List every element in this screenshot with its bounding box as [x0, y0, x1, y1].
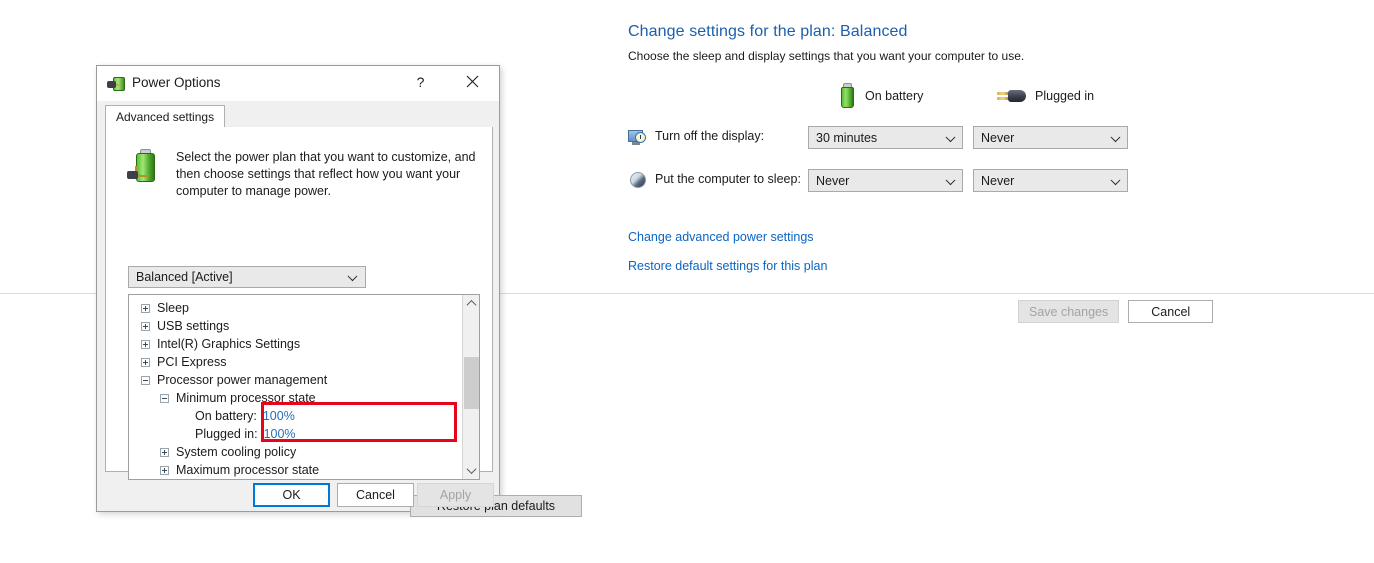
close-icon[interactable]: [450, 66, 495, 97]
tab-advanced-settings[interactable]: Advanced settings: [105, 105, 225, 128]
select-sleep-on-battery-value: Never: [816, 174, 849, 188]
tree-item-min-state-on-battery[interactable]: On battery: 100%: [129, 407, 463, 425]
expand-plus-icon[interactable]: [160, 448, 169, 457]
select-turn-off-display-on-battery[interactable]: 30 minutes: [808, 126, 963, 149]
tree-item-label: Plugged in:: [195, 427, 258, 441]
battery-icon: [840, 83, 856, 109]
power-plan-icon: [127, 149, 161, 185]
tree-item-sleep[interactable]: Sleep: [129, 299, 463, 317]
dialog-content: Select the power plan that you want to c…: [105, 127, 493, 472]
tree-list: Sleep USB settings Intel(R) Graphics Set…: [129, 295, 463, 480]
power-options-icon: [107, 76, 125, 92]
expand-plus-icon[interactable]: [141, 322, 150, 331]
save-changes-button[interactable]: Save changes: [1018, 300, 1119, 323]
tree-item-label: Sleep: [157, 301, 189, 315]
tree-item-label: USB settings: [157, 319, 229, 333]
tree-item-label: Intel(R) Graphics Settings: [157, 337, 300, 351]
dialog-footer: OK Cancel Apply: [97, 470, 499, 511]
setting-label-turn-off-display: Turn off the display:: [655, 129, 764, 143]
chevron-down-icon: [1111, 175, 1121, 185]
collapse-minus-icon[interactable]: [160, 394, 169, 403]
scrollbar-thumb[interactable]: [464, 357, 479, 409]
tree-item-value[interactable]: 100%: [263, 409, 295, 423]
expand-plus-icon[interactable]: [141, 340, 150, 349]
select-sleep-plugged-in-value: Never: [981, 174, 1014, 188]
expand-plus-icon[interactable]: [141, 358, 150, 367]
dialog-title: Power Options: [132, 75, 221, 90]
power-options-dialog: Power Options ? Advanced settings Select…: [96, 65, 500, 512]
select-turn-off-display-plugged-in[interactable]: Never: [973, 126, 1128, 149]
scroll-up-icon[interactable]: [463, 295, 479, 312]
link-change-advanced-power-settings[interactable]: Change advanced power settings: [628, 230, 814, 244]
page-action-buttons: Save changes Cancel: [1018, 300, 1213, 323]
tree-item-minimum-processor-state[interactable]: Minimum processor state: [129, 389, 463, 407]
expand-plus-icon[interactable]: [141, 304, 150, 313]
tree-item-label: Minimum processor state: [176, 391, 316, 405]
display-clock-icon: [628, 129, 646, 146]
select-sleep-on-battery[interactable]: Never: [808, 169, 963, 192]
tree-item-usb-settings[interactable]: USB settings: [129, 317, 463, 335]
dialog-titlebar: Power Options ?: [97, 66, 499, 101]
tree-item-pci-express[interactable]: PCI Express: [129, 353, 463, 371]
select-turn-off-display-plugged-in-value: Never: [981, 131, 1014, 145]
tree-item-intel-graphics-settings[interactable]: Intel(R) Graphics Settings: [129, 335, 463, 353]
ok-button[interactable]: OK: [253, 483, 330, 507]
dialog-tabstrip: Advanced settings: [105, 105, 493, 128]
collapse-minus-icon[interactable]: [141, 376, 150, 385]
power-plan-settings-panel: Change settings for the plan: Balanced C…: [628, 0, 1368, 563]
link-restore-default-settings[interactable]: Restore default settings for this plan: [628, 259, 827, 273]
select-power-plan[interactable]: Balanced [Active]: [128, 266, 366, 288]
advanced-settings-tree[interactable]: Sleep USB settings Intel(R) Graphics Set…: [128, 294, 480, 480]
dialog-intro: Select the power plan that you want to c…: [127, 149, 477, 200]
tree-item-value[interactable]: 100%: [264, 427, 296, 441]
tree-item-label: Processor power management: [157, 373, 327, 387]
chevron-down-icon: [1111, 132, 1121, 142]
dialog-cancel-button[interactable]: Cancel: [337, 483, 414, 507]
tree-item-label: PCI Express: [157, 355, 226, 369]
column-header-on-battery: On battery: [840, 83, 923, 109]
tree-item-processor-power-management[interactable]: Processor power management: [129, 371, 463, 389]
select-power-plan-value: Balanced [Active]: [136, 270, 233, 284]
tree-vertical-scrollbar[interactable]: [462, 295, 479, 479]
column-header-plugged-in-label: Plugged in: [1035, 89, 1094, 103]
chevron-down-icon: [946, 175, 956, 185]
chevron-down-icon: [348, 271, 358, 281]
column-header-on-battery-label: On battery: [865, 89, 923, 103]
apply-button[interactable]: Apply: [417, 483, 494, 507]
moon-icon: [630, 172, 646, 188]
cancel-button[interactable]: Cancel: [1128, 300, 1213, 323]
dialog-intro-text: Select the power plan that you want to c…: [176, 149, 477, 200]
tree-item-label: On battery:: [195, 409, 257, 423]
column-header-plugged-in: Plugged in: [996, 83, 1094, 109]
tree-item-min-state-plugged-in[interactable]: Plugged in: 100%: [129, 425, 463, 443]
page-title: Change settings for the plan: Balanced: [628, 23, 908, 41]
chevron-down-icon: [946, 132, 956, 142]
plug-icon: [996, 86, 1026, 106]
tree-item-system-cooling-policy[interactable]: System cooling policy: [129, 443, 463, 461]
page-subtitle: Choose the sleep and display settings th…: [628, 49, 1024, 63]
select-turn-off-display-on-battery-value: 30 minutes: [816, 131, 877, 145]
setting-label-put-computer-to-sleep: Put the computer to sleep:: [655, 172, 801, 186]
help-button[interactable]: ?: [398, 66, 443, 97]
tree-item-label: System cooling policy: [176, 445, 296, 459]
select-sleep-plugged-in[interactable]: Never: [973, 169, 1128, 192]
